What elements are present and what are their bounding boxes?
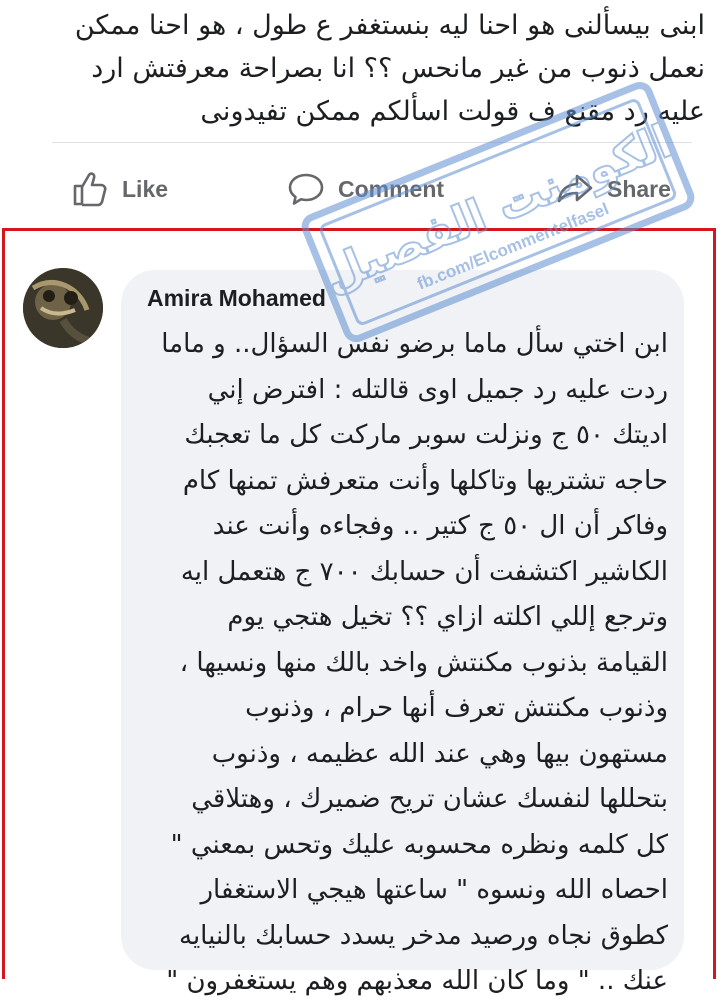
comment-button[interactable]: Comment	[286, 162, 444, 216]
post-line: عليه رد مقنع ف قولت اسألكم ممكن تفيدونى	[200, 96, 705, 127]
comment-label: Comment	[338, 175, 445, 202]
comment-line: وذنوب مكنتش تعرف أنها حرام ، وذنوب	[245, 693, 668, 723]
comment-line: احصاه الله ونسوه " ساعتها هيجي الاستغفار	[200, 875, 668, 905]
share-button[interactable]: Share	[555, 162, 671, 216]
comment-line: كطوق نجاه ورصيد مدخر يسدد حسابك بالنيايه	[179, 920, 668, 951]
post-actions-bar: Like Comment Share	[0, 162, 720, 216]
comment-line: اديتك ٥٠ ج ونزلت سوبر ماركت كل ما تعجبك	[184, 420, 668, 450]
speech-bubble-icon	[286, 169, 326, 209]
post-line: نعمل ذنوب من غير مانحس ؟؟ انا بصراحة معر…	[91, 53, 705, 84]
divider	[52, 142, 692, 143]
comment-line: كل كلمه ونظره محسوبه عليك وتحس بمعني "	[170, 829, 668, 860]
comment-line: مستهون بيها وهي عند الله عظيمه ، وذنوب	[211, 738, 668, 769]
post-text: ابنى بيسألنى هو احنا ليه بنستغفر ع طول ،…	[30, 4, 705, 133]
like-label: Like	[122, 175, 169, 202]
post-line: ابنى بيسألنى هو احنا ليه بنستغفر ع طول ،…	[74, 10, 705, 41]
comment-line: ابن اختي سأل ماما برضو نفس السؤال.. و ما…	[161, 329, 668, 359]
comment-line: عنك .. " وما كان الله معذبهم وهم يستغفرو…	[166, 966, 668, 996]
comment-author-name[interactable]: Amira Mohamed	[147, 285, 326, 312]
like-button[interactable]: Like	[70, 162, 168, 216]
comment-line: القيامة بذنوب مكنتش واخد بالك منها ونسيه…	[179, 647, 668, 678]
share-label: Share	[607, 175, 671, 202]
comment-line: وفاكر أن ال ٥٠ ج كتير .. وفجاءه وأنت عند	[212, 511, 668, 541]
avatar[interactable]	[23, 268, 103, 348]
comment-line: ردت عليه رد جميل اوى قالتله : افترض إني	[207, 374, 668, 405]
comment-line: وترجع إللي اكلته ازاي ؟؟ تخيل هتجي يوم	[227, 602, 668, 632]
comment-line: حاجه تشتريها وتاكلها وأنت متعرفش تمنها ك…	[182, 465, 668, 496]
comment-text: ابن اختي سأل ماما برضو نفس السؤال.. و ما…	[140, 322, 668, 1005]
comment-line: الكاشير اكتشفت أن حسابك ٧٠٠ ج هتعمل ايه	[180, 556, 668, 587]
comment-line: بتحللها لنفسك عشان تريح ضميرك ، وهتلاقي	[191, 784, 668, 814]
thumbs-up-icon	[70, 169, 110, 209]
share-arrow-icon	[555, 169, 595, 209]
